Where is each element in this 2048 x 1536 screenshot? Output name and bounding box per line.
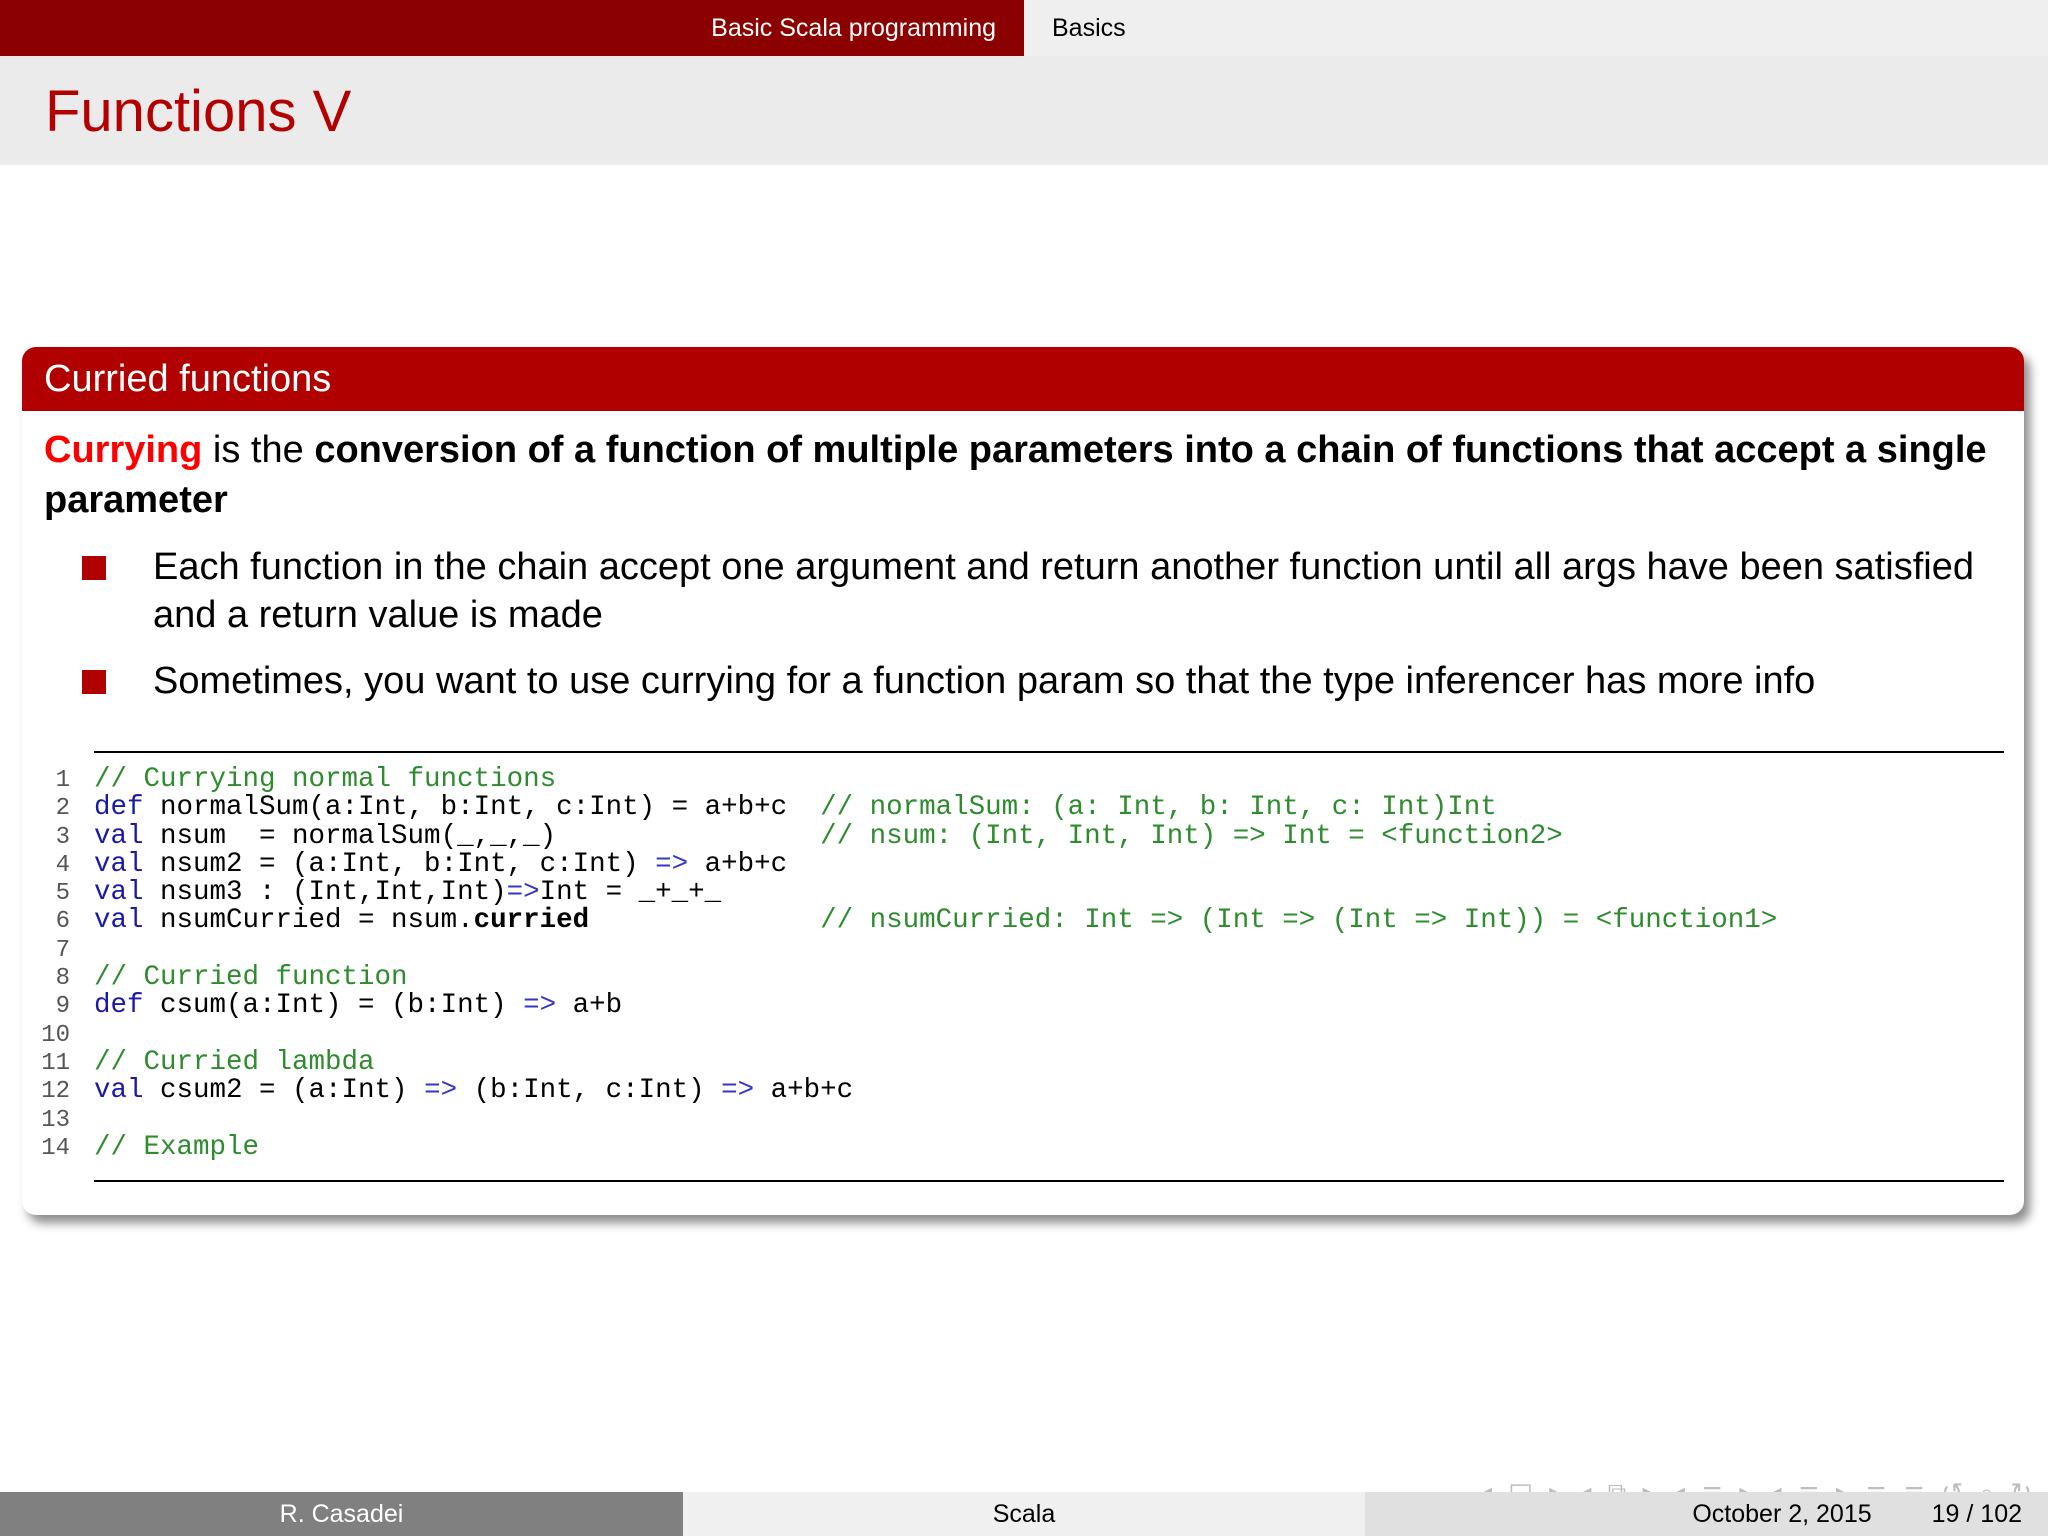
code-listing: 1 // Currying normal functions 2 def normal… [40,764,2040,1163]
code-line-text: // Currying normal functions [94,764,557,795]
headline-subsection-link[interactable]: Basics [1024,14,1126,43]
code-line: 4 val nsum2 = (a:Int, b:Int, c:Int) => a+… [40,848,2040,880]
code-line-text: // Curried lambda [94,1046,375,1078]
footer-author-cell: R. Casadei [0,1492,683,1536]
code-line-number: 3 [55,823,70,851]
definition-term: Currying [44,429,203,471]
code-line-text: val nsum2 = (a:Int, b:Int, c:Int) => a+b… [94,848,788,880]
footer-page-number: 19 / 102 [1931,1499,2022,1528]
code-line: 7 [40,936,2040,964]
square-bullet-icon [82,670,106,694]
beamer-headline: Basic Scala programming Basics [0,0,2048,56]
listing-bottom-rule [94,1180,2004,1182]
code-line-text: def csum(a:Int) = (b:Int) => a+b [94,990,623,1022]
code-line-text: val nsumCurried = nsum.curried // nsumCu… [94,905,1778,937]
code-line-number: 1 [55,767,70,794]
code-line-number: 8 [55,965,70,993]
code-line-text: // Example [94,1131,260,1163]
code-line-text: val nsum3 : (Int,Int,Int)=>Int = _+_+_ [94,877,722,909]
footline: R. Casadei Scala October 2, 2015 19 / 10… [0,1492,2048,1536]
code-line: 10 [40,1021,2040,1049]
code-line: 6 val nsumCurried = nsum.curried // nsumC… [40,905,2040,937]
definition-text: conversion of a function of multiple par… [44,429,1987,521]
headline-section-link[interactable]: Basic Scala programming [711,14,1024,43]
frame-title-bar: Functions V [0,56,2048,165]
code-line: 3 val nsum = normalSum(_,_,_) // nsum: (I… [40,820,2040,852]
code-line-text: val nsum = normalSum(_,_,_) // nsum: (In… [94,820,1563,852]
code-line-number: 5 [55,880,70,908]
code-line: 13 [40,1106,2040,1134]
bullet-list: Each function in the chain accept one ar… [80,543,1980,723]
code-line-text: def normalSum(a:Int, b:Int, c:Int) = a+b… [94,792,1497,824]
footer-date: October 2, 2015 [1692,1499,1872,1528]
square-bullet-icon [82,556,106,580]
code-line-number: 6 [55,908,70,936]
code-line-number: 12 [41,1078,70,1106]
footer-title-cell: Scala [683,1492,1365,1536]
block-title: Curried functions [44,357,332,400]
footer-author: R. Casadei [279,1499,404,1528]
code-line: 8 // Curried function [40,962,2040,994]
frame-title: Functions V [45,79,352,144]
block-title-bar: Curried functions [22,347,2024,411]
code-line-text: val csum2 = (a:Int) => (b:Int, c:Int) =>… [94,1075,854,1107]
code-line: 14 // Example [40,1131,2040,1163]
code-line-number: 13 [41,1106,70,1134]
definition-connector: is the [202,429,315,471]
code-line: 12 val csum2 = (a:Int) => (b:Int, c:Int) … [40,1075,2040,1107]
code-line: 2 def normalSum(a:Int, b:Int, c:Int) = a+… [40,792,2040,824]
code-line: 9 def csum(a:Int) = (b:Int) => a+b [40,990,2040,1022]
headline-subsection-cell: Basics [1024,0,2048,56]
footer-title: Scala [992,1499,1056,1528]
code-line: 1 // Currying normal functions [40,764,2040,795]
code-line-text: // Curried function [94,962,408,994]
headline-section-cell: Basic Scala programming [0,0,1024,56]
code-line: 5 val nsum3 : (Int,Int,Int)=>Int = _+_+_ [40,877,2040,909]
code-line-number: 2 [55,795,70,823]
code-line-number: 10 [41,1021,70,1049]
list-item: Sometimes, you want to use currying for … [80,657,1980,705]
listing-top-rule [94,751,2004,753]
code-line-number: 11 [41,1049,70,1077]
code-line-number: 7 [55,936,70,964]
bullet-text: Each function in the chain accept one ar… [153,546,1974,636]
definition-paragraph: Currying is the conversion of a function… [44,425,2004,525]
bullet-text: Sometimes, you want to use currying for … [153,660,1816,702]
code-line-number: 9 [55,993,70,1021]
list-item: Each function in the chain accept one ar… [80,543,1980,639]
code-line: 11 // Curried lambda [40,1046,2040,1078]
footer-date-cell: October 2, 2015 19 / 102 [1365,1492,2048,1536]
code-line-number: 4 [55,851,70,879]
code-line-number: 14 [41,1134,70,1162]
